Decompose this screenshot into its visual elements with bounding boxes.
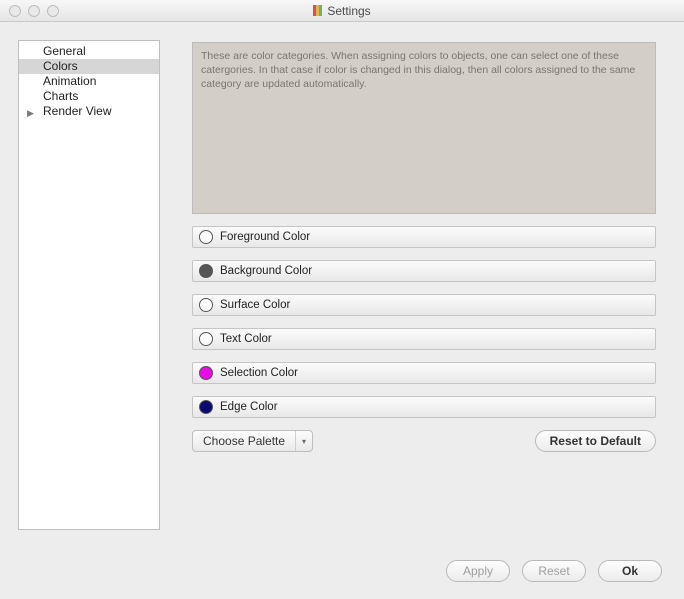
color-label: Surface Color — [220, 299, 290, 311]
color-swatch[interactable] — [199, 264, 213, 278]
app-icon — [313, 5, 322, 16]
color-swatch[interactable] — [199, 230, 213, 244]
color-row-background[interactable]: Background Color — [192, 260, 656, 282]
color-swatch[interactable] — [199, 298, 213, 312]
apply-label: Apply — [463, 564, 493, 578]
reset-to-default-button[interactable]: Reset to Default — [535, 430, 656, 452]
choose-palette-button[interactable]: Choose Palette ▾ — [192, 430, 313, 452]
color-swatch[interactable] — [199, 366, 213, 380]
apply-button[interactable]: Apply — [446, 560, 510, 582]
window-controls — [0, 5, 59, 17]
description-box: These are color categories. When assigni… — [192, 42, 656, 214]
reset-label: Reset — [538, 564, 569, 578]
color-row-edge[interactable]: Edge Color — [192, 396, 656, 418]
sidebar-item-label: Animation — [43, 74, 96, 88]
window-title-text: Settings — [327, 4, 370, 18]
sidebar-item-label: Charts — [43, 89, 78, 103]
color-label: Text Color — [220, 333, 272, 345]
color-row-selection[interactable]: Selection Color — [192, 362, 656, 384]
color-label: Background Color — [220, 265, 312, 277]
reset-button[interactable]: Reset — [522, 560, 586, 582]
sidebar-item-label: General — [43, 44, 86, 58]
color-swatch[interactable] — [199, 332, 213, 346]
sidebar-item-label: Colors — [43, 59, 78, 73]
ok-label: Ok — [622, 564, 638, 578]
palette-row: Choose Palette ▾ Reset to Default — [192, 430, 656, 452]
zoom-icon[interactable] — [47, 5, 59, 17]
sidebar-item-general[interactable]: General — [19, 44, 159, 59]
choose-palette-label: Choose Palette — [193, 431, 296, 451]
content: General Colors Animation Charts ▶ Render… — [0, 22, 684, 543]
sidebar-item-label: Render View — [43, 104, 111, 118]
color-label: Foreground Color — [220, 231, 310, 243]
sidebar-item-colors[interactable]: Colors — [19, 59, 159, 74]
color-swatch[interactable] — [199, 400, 213, 414]
color-row-foreground[interactable]: Foreground Color — [192, 226, 656, 248]
ok-button[interactable]: Ok — [598, 560, 662, 582]
color-row-surface[interactable]: Surface Color — [192, 294, 656, 316]
sidebar-item-charts[interactable]: Charts — [19, 89, 159, 104]
main-panel: These are color categories. When assigni… — [160, 40, 656, 543]
color-list: Foreground Color Background Color Surfac… — [192, 226, 656, 418]
minimize-icon[interactable] — [28, 5, 40, 17]
window-title: Settings — [0, 4, 684, 18]
color-row-text[interactable]: Text Color — [192, 328, 656, 350]
titlebar: Settings — [0, 0, 684, 22]
color-label: Edge Color — [220, 401, 278, 413]
chevron-right-icon[interactable]: ▶ — [27, 106, 34, 121]
sidebar: General Colors Animation Charts ▶ Render… — [18, 40, 160, 530]
close-icon[interactable] — [9, 5, 21, 17]
chevron-down-icon[interactable]: ▾ — [296, 431, 312, 451]
footer: Apply Reset Ok — [0, 543, 684, 599]
sidebar-item-render-view[interactable]: ▶ Render View — [19, 104, 159, 119]
color-label: Selection Color — [220, 367, 298, 379]
sidebar-item-animation[interactable]: Animation — [19, 74, 159, 89]
reset-to-default-label: Reset to Default — [550, 434, 641, 448]
